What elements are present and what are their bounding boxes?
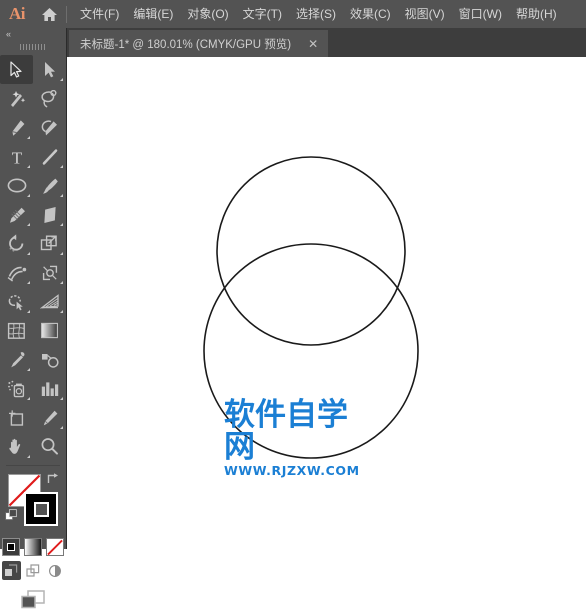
menu-select[interactable]: 选择(S) bbox=[289, 3, 343, 25]
document-canvas[interactable]: 软件自学网 WWW.RJZXW.COM bbox=[67, 57, 586, 549]
artwork-layer bbox=[203, 156, 419, 459]
default-fill-stroke-icon[interactable] bbox=[5, 509, 18, 522]
flyout-indicator-icon bbox=[60, 223, 63, 226]
color-mode-gradient[interactable] bbox=[24, 538, 42, 556]
artboard-tool[interactable] bbox=[0, 403, 33, 432]
mesh-tool[interactable] bbox=[0, 316, 33, 345]
rotate-tool[interactable] bbox=[0, 229, 33, 258]
menu-view[interactable]: 视图(V) bbox=[398, 3, 452, 25]
fill-stroke-controls bbox=[0, 472, 66, 534]
menu-file[interactable]: 文件(F) bbox=[73, 3, 126, 25]
flyout-indicator-icon bbox=[60, 252, 63, 255]
menu-window[interactable]: 窗口(W) bbox=[452, 3, 509, 25]
zoom-tool[interactable] bbox=[33, 432, 66, 461]
color-mode-color-swatch bbox=[7, 543, 15, 551]
eraser-tool[interactable] bbox=[33, 200, 66, 229]
panel-drag-handle[interactable] bbox=[0, 40, 66, 53]
menu-type[interactable]: 文字(T) bbox=[236, 3, 289, 25]
tool-grid: T bbox=[0, 53, 66, 461]
flyout-indicator-icon bbox=[27, 165, 30, 168]
menu-help[interactable]: 帮助(H) bbox=[509, 3, 564, 25]
menu-object[interactable]: 对象(O) bbox=[180, 3, 235, 25]
none-slash-icon bbox=[47, 539, 63, 555]
ellipse-tool[interactable] bbox=[0, 171, 33, 200]
flyout-indicator-icon bbox=[60, 165, 63, 168]
shape-builder-tool[interactable] bbox=[0, 287, 33, 316]
document-tab-title: 未标题-1* @ 180.01% (CMYK/GPU 预览) bbox=[80, 38, 292, 51]
stroke-swatch-inner bbox=[33, 501, 49, 517]
circle-bottom[interactable] bbox=[203, 243, 419, 459]
flyout-indicator-icon bbox=[27, 368, 30, 371]
flyout-indicator-icon bbox=[27, 455, 30, 458]
line-segment-tool[interactable] bbox=[33, 142, 66, 171]
close-icon[interactable]: ✕ bbox=[305, 38, 321, 50]
draw-behind-mode[interactable] bbox=[24, 561, 43, 580]
lasso-tool[interactable] bbox=[33, 84, 66, 113]
gradient-tool[interactable] bbox=[33, 316, 66, 345]
menu-edit[interactable]: 编辑(E) bbox=[126, 3, 180, 25]
grip-dots-icon bbox=[20, 43, 46, 50]
tools-panel: « T bbox=[0, 28, 67, 609]
flyout-indicator-icon bbox=[60, 397, 63, 400]
direct-selection-tool[interactable] bbox=[33, 55, 66, 84]
curvature-tool[interactable] bbox=[33, 113, 66, 142]
screen-mode-icon bbox=[21, 590, 45, 609]
perspective-grid-tool[interactable] bbox=[33, 287, 66, 316]
scale-tool[interactable] bbox=[33, 229, 66, 258]
flyout-indicator-icon bbox=[60, 310, 63, 313]
type-tool[interactable]: T bbox=[0, 142, 33, 171]
document-tab[interactable]: 未标题-1* @ 180.01% (CMYK/GPU 预览) ✕ bbox=[69, 30, 329, 57]
color-mode-row bbox=[0, 538, 66, 556]
document-tab-bar: 未标题-1* @ 180.01% (CMYK/GPU 预览) ✕ bbox=[67, 28, 586, 57]
circle-top[interactable] bbox=[216, 156, 406, 346]
draw-mode-row bbox=[0, 561, 66, 580]
swap-fill-stroke-icon[interactable] bbox=[46, 472, 60, 486]
flyout-indicator-icon bbox=[60, 281, 63, 284]
flyout-indicator-icon bbox=[27, 136, 30, 139]
free-transform-tool[interactable] bbox=[33, 258, 66, 287]
slice-tool[interactable] bbox=[33, 403, 66, 432]
collapse-panel-button[interactable]: « bbox=[0, 28, 66, 40]
color-mode-color[interactable] bbox=[2, 538, 20, 556]
pen-tool[interactable] bbox=[0, 113, 33, 142]
change-screen-mode-button[interactable] bbox=[0, 589, 66, 611]
home-icon[interactable] bbox=[34, 0, 64, 28]
menu-effect[interactable]: 效果(C) bbox=[343, 3, 398, 25]
blend-tool[interactable] bbox=[33, 345, 66, 374]
flyout-indicator-icon bbox=[27, 194, 30, 197]
selection-tool[interactable] bbox=[0, 55, 33, 84]
flyout-indicator-icon bbox=[27, 310, 30, 313]
flyout-indicator-icon bbox=[27, 223, 30, 226]
color-mode-none[interactable] bbox=[46, 538, 64, 556]
menu-bar: Ai 文件(F) 编辑(E) 对象(O) 文字(T) 选择(S) 效果(C) 视… bbox=[0, 0, 586, 28]
draw-normal-mode[interactable] bbox=[1, 561, 21, 580]
svg-text:T: T bbox=[11, 148, 22, 166]
eyedropper-tool[interactable] bbox=[0, 345, 33, 374]
flyout-indicator-icon bbox=[27, 397, 30, 400]
flyout-indicator-icon bbox=[60, 194, 63, 197]
column-graph-tool[interactable] bbox=[33, 374, 66, 403]
paintbrush-tool[interactable] bbox=[33, 171, 66, 200]
menubar-divider bbox=[66, 5, 67, 23]
symbol-sprayer-tool[interactable] bbox=[0, 374, 33, 403]
flyout-indicator-icon bbox=[27, 252, 30, 255]
stroke-swatch[interactable] bbox=[24, 492, 58, 526]
flyout-indicator-icon bbox=[60, 78, 63, 81]
magic-wand-tool[interactable] bbox=[0, 84, 33, 113]
toolbar-divider bbox=[6, 465, 60, 466]
flyout-indicator-icon bbox=[27, 281, 30, 284]
flyout-indicator-icon bbox=[60, 426, 63, 429]
width-tool[interactable] bbox=[0, 258, 33, 287]
shaper-pencil-tool[interactable] bbox=[0, 200, 33, 229]
hand-tool[interactable] bbox=[0, 432, 33, 461]
draw-inside-mode[interactable] bbox=[46, 561, 65, 580]
app-logo: Ai bbox=[9, 4, 26, 23]
